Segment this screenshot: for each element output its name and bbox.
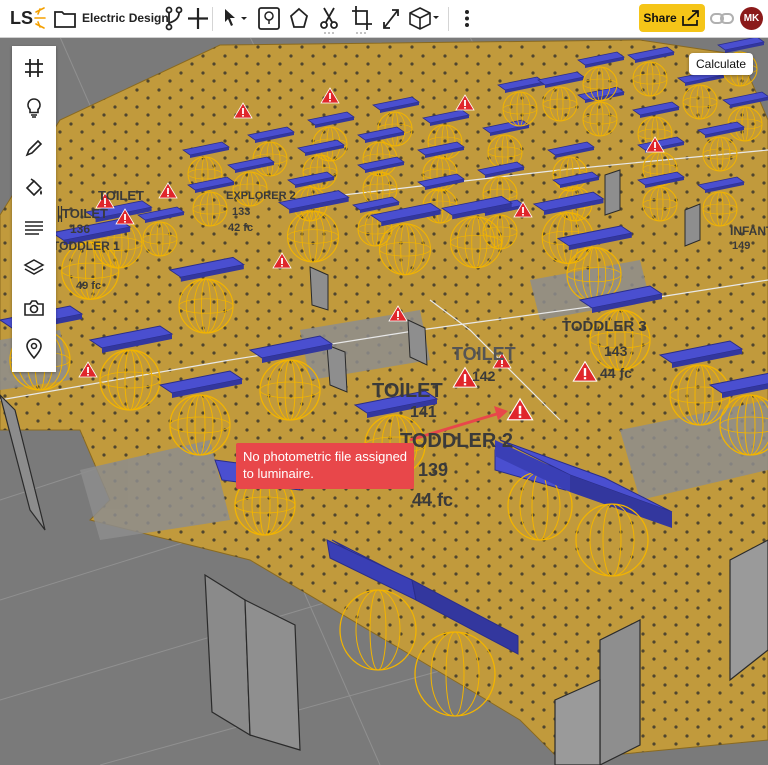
room-label-toddler-3: TODDLER 3 bbox=[562, 318, 647, 335]
room-number-143: 143 bbox=[604, 343, 628, 359]
toolbar-separator-2 bbox=[448, 7, 449, 31]
link-icon[interactable] bbox=[709, 0, 735, 37]
room-label-toddler-2: TODDLER 2 bbox=[400, 430, 513, 452]
project-title[interactable]: Electric Design bbox=[82, 11, 169, 25]
location-button[interactable] bbox=[12, 328, 56, 368]
toolbar-separator bbox=[212, 7, 213, 31]
room-number-133: 133 bbox=[232, 206, 251, 218]
paint-bucket-button[interactable] bbox=[12, 168, 56, 208]
lightbulb-icon bbox=[27, 98, 41, 118]
room-label-infant: INFANT bbox=[730, 224, 768, 238]
grid-icon bbox=[25, 59, 43, 77]
app-logo[interactable]: LS bbox=[10, 8, 33, 29]
share-icon bbox=[681, 10, 699, 26]
room-number-149: 149 bbox=[732, 240, 751, 252]
logo-sun-icon bbox=[34, 7, 46, 29]
room-label-toilet-2: TOILET bbox=[452, 344, 516, 364]
room-number-139: 139 bbox=[418, 460, 449, 480]
pencil-button[interactable] bbox=[12, 128, 56, 168]
more-vertical-icon[interactable] bbox=[456, 0, 478, 37]
lightbulb-button[interactable] bbox=[12, 88, 56, 128]
room-label-toilet-1b: TOILET bbox=[62, 206, 108, 221]
camera-button[interactable] bbox=[12, 288, 56, 328]
room-number-142: 142 bbox=[472, 368, 496, 384]
share-button[interactable]: Share bbox=[639, 4, 705, 32]
location-pin-icon bbox=[26, 338, 42, 359]
room-number-136: 136 bbox=[70, 222, 91, 236]
room-number-141: 141 bbox=[410, 404, 437, 421]
user-avatar[interactable]: MK bbox=[740, 7, 763, 30]
calculate-button[interactable]: Calculate bbox=[689, 53, 753, 75]
folder-icon[interactable] bbox=[52, 0, 78, 37]
side-toolbar bbox=[12, 46, 56, 372]
room-label-toddler-1: TODDLER 1 bbox=[52, 239, 120, 253]
crop-icon[interactable] bbox=[348, 0, 374, 37]
polygon-select-icon[interactable] bbox=[286, 0, 312, 37]
layers-icon bbox=[23, 259, 45, 275]
lines-icon bbox=[25, 221, 43, 235]
luminaire-tool-icon[interactable] bbox=[254, 0, 284, 37]
3d-view-icon[interactable] bbox=[406, 0, 442, 37]
room-label-explorer: EXPLORER 2 bbox=[226, 190, 296, 202]
pencil-icon bbox=[25, 139, 43, 157]
fc-label-explorer: 42 fc bbox=[228, 222, 254, 234]
layers-button[interactable] bbox=[12, 248, 56, 288]
fc-label-toddler-2: 44 fc bbox=[412, 490, 454, 510]
room-label-toilet-1: TOILET bbox=[98, 188, 144, 203]
select-pointer-icon[interactable] bbox=[219, 0, 251, 37]
fc-label-toddler-1: 49 fc bbox=[76, 280, 102, 292]
top-toolbar: LS Electric Design Share MK bbox=[0, 0, 768, 38]
fc-label-toddler-3: 44 fc bbox=[600, 365, 632, 381]
paint-bucket-icon bbox=[25, 178, 43, 197]
room-label-toilet-3: TOILET bbox=[372, 380, 443, 402]
share-label: Share bbox=[643, 11, 677, 25]
camera-icon bbox=[24, 300, 44, 316]
resize-icon[interactable] bbox=[378, 0, 404, 37]
branch-icon[interactable] bbox=[163, 0, 185, 37]
cut-icon[interactable] bbox=[316, 0, 342, 37]
warning-callout: No photometric file assigned to luminair… bbox=[236, 443, 414, 489]
grid-button[interactable] bbox=[12, 48, 56, 88]
add-icon[interactable] bbox=[187, 0, 209, 37]
lines-button[interactable] bbox=[12, 208, 56, 248]
sidebar-resize-handle[interactable] bbox=[57, 206, 63, 222]
